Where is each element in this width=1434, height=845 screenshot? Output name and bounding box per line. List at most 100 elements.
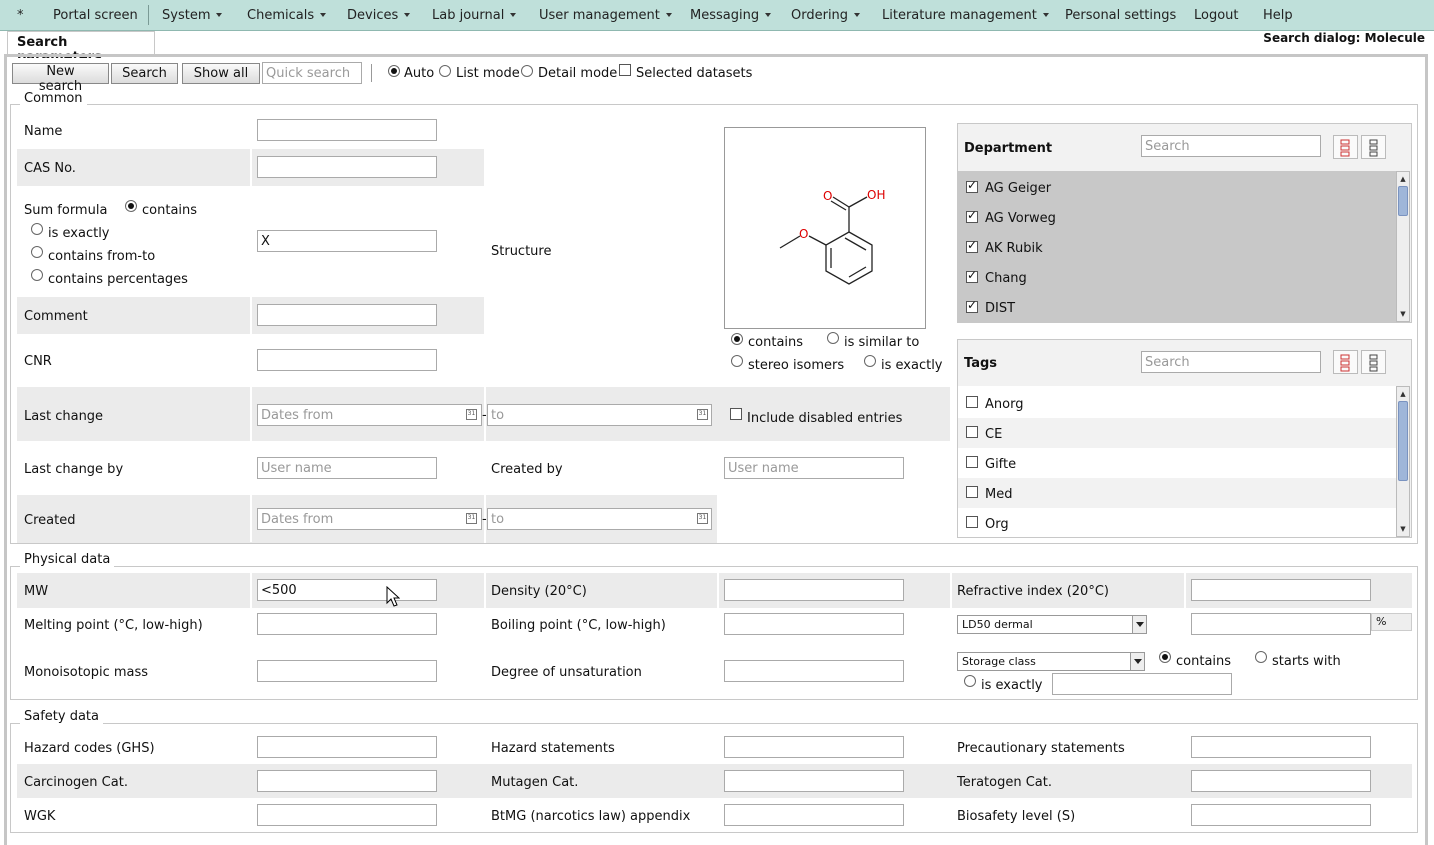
- menu-user-management[interactable]: User management: [539, 8, 672, 23]
- menu-system[interactable]: System: [162, 8, 223, 23]
- biosafety-input[interactable]: [1191, 804, 1371, 826]
- menu-logout[interactable]: Logout: [1194, 8, 1239, 23]
- menu-home[interactable]: *: [17, 8, 24, 23]
- calendar-icon[interactable]: 31: [466, 513, 477, 524]
- teratogen-input[interactable]: [1191, 770, 1371, 792]
- wgk-input[interactable]: [257, 804, 437, 826]
- deselect-all-button[interactable]: [1361, 350, 1386, 374]
- tag-checkbox[interactable]: [966, 516, 978, 528]
- sum-formula-input[interactable]: [257, 230, 437, 252]
- calendar-icon[interactable]: 31: [466, 409, 477, 420]
- tag-checkbox[interactable]: [966, 396, 978, 408]
- scroll-thumb[interactable]: [1398, 401, 1408, 481]
- scroll-down-icon[interactable]: ▼: [1398, 523, 1408, 535]
- menu-chemicals[interactable]: Chemicals: [247, 8, 327, 23]
- structure-exactly-radio[interactable]: [864, 355, 876, 367]
- tag-checkbox[interactable]: [966, 426, 978, 438]
- ld50-input[interactable]: [1191, 613, 1371, 635]
- tab-search-parameters[interactable]: Search parameters: [7, 31, 155, 65]
- scroll-thumb[interactable]: [1398, 186, 1408, 216]
- list-item[interactable]: Org: [958, 508, 1396, 537]
- storage-starts-with-radio[interactable]: [1255, 651, 1267, 663]
- structure-contains-radio[interactable]: [731, 333, 743, 345]
- btmg-input[interactable]: [724, 804, 904, 826]
- storage-class-input[interactable]: [1052, 673, 1232, 695]
- tags-scrollbar[interactable]: ▲ ▼: [1396, 386, 1410, 537]
- select-all-button[interactable]: [1333, 350, 1358, 374]
- tags-search-input[interactable]: [1141, 351, 1321, 373]
- department-checkbox[interactable]: [966, 268, 978, 283]
- structure-editor[interactable]: O OH O: [724, 127, 926, 329]
- cas-input[interactable]: [257, 156, 437, 178]
- created-by-input[interactable]: [724, 457, 904, 479]
- show-all-button[interactable]: Show all: [182, 63, 260, 84]
- list-item[interactable]: AK Rubik: [958, 233, 1396, 263]
- storage-contains-radio[interactable]: [1159, 651, 1171, 663]
- last-change-by-input[interactable]: [257, 457, 437, 479]
- density-input[interactable]: [724, 579, 904, 601]
- hazard-codes-input[interactable]: [257, 736, 437, 758]
- structure-similar-radio[interactable]: [827, 332, 839, 344]
- menu-devices[interactable]: Devices: [347, 8, 411, 23]
- department-checkbox[interactable]: [966, 208, 978, 223]
- created-to-input[interactable]: [487, 508, 712, 530]
- deselect-all-button[interactable]: [1361, 135, 1386, 159]
- precautionary-input[interactable]: [1191, 736, 1371, 758]
- ld50-select[interactable]: LD50 dermal: [957, 615, 1147, 634]
- list-item[interactable]: DIST: [958, 293, 1396, 322]
- calendar-icon[interactable]: 31: [697, 513, 708, 524]
- list-item[interactable]: Anorg: [958, 388, 1396, 418]
- menu-ordering[interactable]: Ordering: [791, 8, 861, 23]
- sum-formula-from-to-radio[interactable]: [31, 246, 43, 258]
- storage-class-select[interactable]: Storage class: [957, 652, 1145, 671]
- tag-checkbox[interactable]: [966, 456, 978, 468]
- sum-formula-exactly-radio[interactable]: [31, 223, 43, 235]
- department-checkbox[interactable]: [966, 178, 978, 193]
- tag-checkbox[interactable]: [966, 486, 978, 498]
- comment-input[interactable]: [257, 304, 437, 326]
- list-item[interactable]: AG Geiger: [958, 173, 1396, 203]
- storage-exactly-radio[interactable]: [964, 675, 976, 687]
- list-item[interactable]: AG Vorweg: [958, 203, 1396, 233]
- menu-help[interactable]: Help: [1263, 8, 1293, 23]
- scroll-down-icon[interactable]: ▼: [1398, 308, 1408, 320]
- refractive-input[interactable]: [1191, 579, 1371, 601]
- name-input[interactable]: [257, 119, 437, 141]
- select-all-button[interactable]: [1333, 135, 1358, 159]
- list-item[interactable]: CE: [958, 418, 1396, 448]
- list-item[interactable]: Chang: [958, 263, 1396, 293]
- last-change-to-input[interactable]: [487, 404, 712, 426]
- list-item[interactable]: Gifte: [958, 448, 1396, 478]
- calendar-icon[interactable]: 31: [697, 409, 708, 420]
- cnr-input[interactable]: [257, 349, 437, 371]
- structure-stereo-radio[interactable]: [731, 355, 743, 367]
- mutagen-input[interactable]: [724, 770, 904, 792]
- department-search-input[interactable]: [1141, 135, 1321, 157]
- menu-literature-management[interactable]: Literature management: [882, 8, 1049, 23]
- list-item[interactable]: Med: [958, 478, 1396, 508]
- unsaturation-input[interactable]: [724, 660, 904, 682]
- menu-portal-screen[interactable]: Portal screen: [53, 8, 138, 23]
- menu-lab-journal[interactable]: Lab journal: [432, 8, 517, 23]
- last-change-from-input[interactable]: [257, 404, 482, 426]
- created-from-input[interactable]: [257, 508, 482, 530]
- melting-input[interactable]: [257, 613, 437, 635]
- new-search-button[interactable]: New search: [12, 63, 109, 94]
- department-scrollbar[interactable]: ▲ ▼: [1396, 171, 1410, 322]
- include-disabled-checkbox[interactable]: [730, 408, 742, 420]
- quick-search-input[interactable]: [262, 62, 362, 84]
- sum-formula-contains-radio[interactable]: [125, 200, 137, 212]
- boiling-input[interactable]: [724, 613, 904, 635]
- menu-messaging[interactable]: Messaging: [690, 8, 772, 23]
- mode-list-radio[interactable]: [439, 65, 451, 77]
- mode-auto-radio[interactable]: [388, 65, 400, 77]
- department-checkbox[interactable]: [966, 238, 978, 253]
- selected-datasets-checkbox[interactable]: [619, 64, 631, 76]
- scroll-up-icon[interactable]: ▲: [1398, 388, 1408, 400]
- sum-formula-percent-radio[interactable]: [31, 269, 43, 281]
- menu-personal-settings[interactable]: Personal settings: [1065, 8, 1176, 23]
- department-checkbox[interactable]: [966, 298, 978, 313]
- scroll-up-icon[interactable]: ▲: [1398, 173, 1408, 185]
- carcinogen-input[interactable]: [257, 770, 437, 792]
- mw-input[interactable]: [257, 579, 437, 601]
